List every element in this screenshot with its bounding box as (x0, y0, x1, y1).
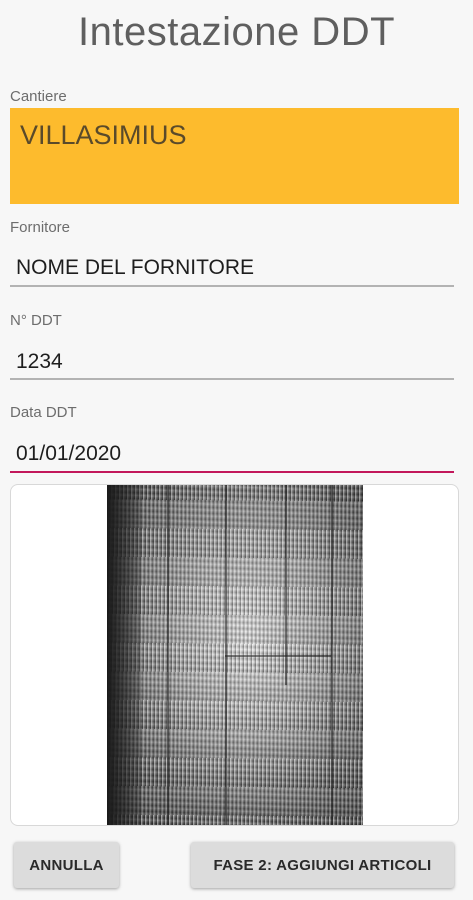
fornitore-field[interactable]: NOME DEL FORNITORE (16, 256, 254, 280)
numero-ddt-label: N° DDT (10, 312, 62, 329)
numero-ddt-underline (10, 378, 454, 380)
document-photo-frame[interactable] (10, 484, 459, 826)
page-title: Intestazione DDT (77, 10, 396, 54)
fornitore-label: Fornitore (10, 219, 71, 236)
numero-ddt-field[interactable]: 1234 (16, 350, 63, 374)
next-step-button[interactable]: FASE 2: AGGIUNGI ARTICOLI (191, 842, 454, 888)
data-ddt-underline (10, 471, 454, 473)
cantiere-label: Cantiere (10, 88, 67, 105)
document-photo (107, 485, 363, 825)
data-ddt-label: Data DDT (10, 404, 77, 421)
cancel-button[interactable]: ANNULLA (14, 842, 119, 888)
cantiere-value: VILLASIMIUS (20, 120, 187, 150)
photo-column-line (167, 485, 169, 825)
fornitore-underline (10, 285, 454, 287)
cantiere-selector[interactable]: VILLASIMIUS (10, 108, 459, 204)
photo-shadow (107, 485, 141, 825)
photo-column-line (331, 485, 333, 825)
data-ddt-field[interactable]: 01/01/2020 (16, 442, 121, 466)
photo-row-line (225, 655, 331, 657)
